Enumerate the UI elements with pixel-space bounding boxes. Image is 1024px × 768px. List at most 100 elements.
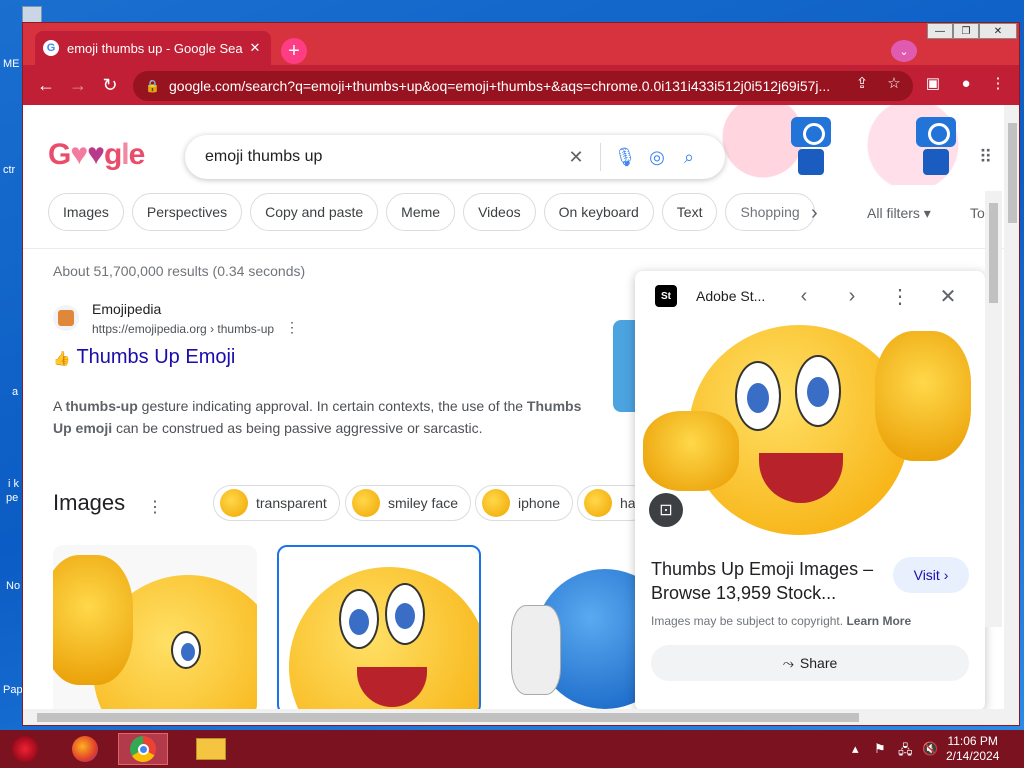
chip-images[interactable]: Images xyxy=(48,193,124,231)
file-explorer-icon[interactable] xyxy=(186,733,236,765)
page-horizontal-scrollbar[interactable] xyxy=(23,709,1004,725)
clear-icon[interactable]: ✕ xyxy=(560,141,592,173)
close-tab-icon[interactable]: ✕ xyxy=(247,40,263,56)
result-stats: About 51,700,000 results (0.34 seconds) xyxy=(53,263,306,279)
share-button[interactable]: ⤳ Share xyxy=(651,645,969,681)
url-text: google.com/search?q=emoji+thumbs+up&oq=e… xyxy=(169,78,831,94)
desktop-label: pe xyxy=(6,492,19,504)
more-options-icon[interactable]: ⋮ xyxy=(147,497,163,517)
chevron-right-icon[interactable]: › xyxy=(811,202,818,225)
reload-icon[interactable]: ↻ xyxy=(98,73,122,97)
restore-button[interactable]: ❐ xyxy=(953,23,979,39)
chip-videos[interactable]: Videos xyxy=(463,193,536,231)
image-chip-smiley-face[interactable]: smiley face xyxy=(345,485,472,521)
tab-google-search[interactable]: G emoji thumbs up - Google Search ✕ xyxy=(35,31,271,65)
lens-camera-icon[interactable]: ◎ xyxy=(641,141,673,173)
close-window-button[interactable]: ✕ xyxy=(979,23,1017,39)
chevron-up-icon[interactable]: ▴ xyxy=(852,741,859,757)
filter-chips: Images Perspectives Copy and paste Meme … xyxy=(48,193,815,233)
doodle-background xyxy=(703,105,1003,185)
lens-search-icon[interactable]: ⊡ xyxy=(649,493,683,527)
images-heading: Images xyxy=(53,490,126,515)
learn-more-link[interactable]: Learn More xyxy=(846,614,911,628)
chip-copy-and-paste[interactable]: Copy and paste xyxy=(250,193,379,231)
image-result[interactable] xyxy=(53,545,257,709)
divider xyxy=(23,248,1004,249)
visit-label: Visit xyxy=(913,567,940,583)
desktop-label: Pap xyxy=(3,684,23,696)
browser-window: G emoji thumbs up - Google Search ✕ + ⌄ … xyxy=(22,22,1020,726)
emoji-thumb-icon xyxy=(584,489,612,517)
page-vertical-scrollbar[interactable] xyxy=(1004,105,1019,725)
doodle-robot-icon xyxy=(791,117,831,175)
browser-toolbar: ← → ↻ 🔒 google.com/search?q=emoji+thumbs… xyxy=(23,65,1019,105)
title-bar: G emoji thumbs up - Google Search ✕ + ⌄ … xyxy=(23,23,1019,65)
taskbar: ▴ ⚑ 🖧 🔇 11:06 PM 2/14/2024 xyxy=(0,730,1024,768)
previous-arrow-icon[interactable]: ‹ xyxy=(792,283,816,309)
chrome-icon[interactable] xyxy=(118,733,168,765)
speaker-muted-icon[interactable]: 🔇 xyxy=(922,741,938,757)
bookmark-star-icon[interactable]: ☆ xyxy=(883,72,905,94)
result-title: Thumbs Up Emoji xyxy=(76,346,236,368)
share-icon: ⤳ xyxy=(782,654,794,671)
side-panel-icon[interactable]: ▣ xyxy=(922,72,944,94)
search-box[interactable]: emoji thumbs up ✕ 🎙 ◎ ⌕ xyxy=(185,135,725,179)
chevron-down-icon[interactable]: ⌄ xyxy=(891,40,917,62)
result-site-url[interactable]: https://emojipedia.org › thumbs-up xyxy=(92,322,274,336)
page-content: G♥♥gle emoji thumbs up ✕ 🎙 ◎ ⌕ ⠿ Images … xyxy=(23,105,1004,709)
search-input[interactable]: emoji thumbs up xyxy=(205,148,560,166)
network-icon[interactable]: 🖧 xyxy=(898,741,913,763)
panel-scrollbar[interactable] xyxy=(985,191,1002,627)
image-chip-iphone[interactable]: iphone xyxy=(475,485,574,521)
tab-title: emoji thumbs up - Google Search xyxy=(67,40,243,56)
emoji-thumb-icon xyxy=(352,489,380,517)
search-icon[interactable]: ⌕ xyxy=(673,141,705,173)
thumbs-up-icon: 👍 xyxy=(53,350,71,366)
chip-shopping[interactable]: Shopping xyxy=(725,193,815,231)
chip-text[interactable]: Text xyxy=(661,193,718,231)
close-icon[interactable]: ✕ xyxy=(936,283,960,309)
back-arrow-icon[interactable]: ← xyxy=(34,73,58,97)
minimize-button[interactable]: — xyxy=(927,23,953,39)
desktop-label: ME xyxy=(3,58,20,70)
menu-dots-icon[interactable]: ⋮ xyxy=(987,72,1009,94)
desktop-label: ctr xyxy=(3,164,16,176)
new-tab-button[interactable]: + xyxy=(281,38,307,64)
emoji-thumb-icon xyxy=(482,489,510,517)
image-chip-transparent[interactable]: transparent xyxy=(213,485,340,521)
visit-button[interactable]: Visit › xyxy=(893,557,969,593)
all-filters-button[interactable]: All filters ▾ xyxy=(867,205,931,222)
preview-title[interactable]: Thumbs Up Emoji Images – Browse 13,959 S… xyxy=(651,557,891,605)
image-result-selected[interactable] xyxy=(277,545,481,709)
profile-avatar-icon[interactable]: ● xyxy=(955,72,977,94)
more-options-icon[interactable]: ⋮ xyxy=(285,319,299,336)
lock-icon: 🔒 xyxy=(145,79,160,93)
emojipedia-favicon-icon xyxy=(53,305,79,331)
desktop-label: No xyxy=(6,580,21,592)
adobe-stock-icon: St xyxy=(655,285,677,307)
firefox-icon[interactable] xyxy=(60,733,110,765)
clock-date: 2/14/2024 xyxy=(946,749,1000,763)
address-bar[interactable]: 🔒 google.com/search?q=emoji+thumbs+up&oq… xyxy=(133,71,913,101)
result-site-name[interactable]: Emojipedia xyxy=(92,301,161,317)
chip-perspectives[interactable]: Perspectives xyxy=(131,193,243,231)
google-favicon-icon: G xyxy=(43,40,59,56)
start-button[interactable] xyxy=(0,733,50,765)
preview-image[interactable] xyxy=(635,321,985,541)
chip-on-keyboard[interactable]: On keyboard xyxy=(543,193,654,231)
desktop-label: i k xyxy=(8,478,19,490)
panel-source[interactable]: Adobe St... xyxy=(696,288,765,304)
forward-arrow-icon[interactable]: → xyxy=(66,73,90,97)
more-options-icon[interactable]: ⋮ xyxy=(888,283,912,309)
result-snippet: A thumbs-up gesture indicating approval.… xyxy=(53,398,582,436)
share-page-icon[interactable]: ⇪ xyxy=(851,72,873,94)
microphone-icon[interactable]: 🎙 xyxy=(609,141,641,173)
emoji-thumb-icon xyxy=(220,489,248,517)
apps-grid-icon[interactable]: ⠿ xyxy=(979,147,992,168)
system-clock[interactable]: 11:06 PM 2/14/2024 xyxy=(946,734,999,764)
google-logo[interactable]: G♥♥gle xyxy=(48,138,145,172)
chip-meme[interactable]: Meme xyxy=(386,193,456,231)
result-title-link[interactable]: 👍 Thumbs Up Emoji xyxy=(53,346,235,369)
flag-icon[interactable]: ⚑ xyxy=(874,741,886,757)
next-arrow-icon[interactable]: › xyxy=(840,283,864,309)
